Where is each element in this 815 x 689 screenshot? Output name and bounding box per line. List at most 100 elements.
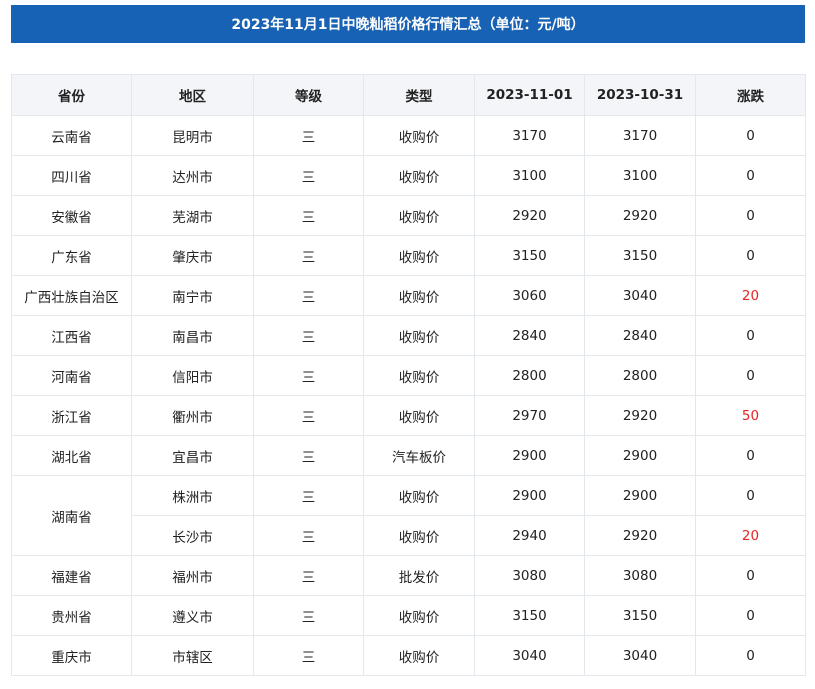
- cell-price-previous: 2840: [584, 315, 696, 356]
- cell-province: 重庆市: [11, 635, 132, 676]
- cell-grade: 三: [253, 515, 364, 556]
- cell-grade: 三: [253, 555, 364, 596]
- cell-price-current: 3150: [474, 595, 585, 636]
- cell-type: 收购价: [363, 635, 475, 676]
- table-row: 江西省 南昌市 三 收购价 2840 2840 0: [11, 315, 806, 356]
- cell-price-current: 2900: [474, 435, 585, 476]
- header-change: 涨跌: [695, 74, 806, 116]
- cell-region: 达州市: [131, 155, 254, 196]
- table-row: 四川省 达州市 三 收购价 3100 3100 0: [11, 155, 806, 196]
- cell-price-current: 3170: [474, 115, 585, 156]
- cell-region: 福州市: [131, 555, 254, 596]
- table-row: 河南省 信阳市 三 收购价 2800 2800 0: [11, 355, 806, 396]
- cell-change: 0: [695, 635, 806, 676]
- cell-province: 河南省: [11, 355, 132, 396]
- cell-province: 云南省: [11, 115, 132, 156]
- cell-price-previous: 3100: [584, 155, 696, 196]
- cell-type: 收购价: [363, 515, 475, 556]
- cell-grade: 三: [253, 155, 364, 196]
- table-row: 云南省 昆明市 三 收购价 3170 3170 0: [11, 115, 806, 156]
- cell-change: 0: [695, 315, 806, 356]
- cell-region: 遵义市: [131, 595, 254, 636]
- cell-grade: 三: [253, 235, 364, 276]
- cell-price-current: 2900: [474, 475, 585, 516]
- cell-grade: 三: [253, 275, 364, 316]
- cell-change: 0: [695, 595, 806, 636]
- cell-type: 收购价: [363, 275, 475, 316]
- cell-province: 广东省: [11, 235, 132, 276]
- cell-price-current: 2920: [474, 195, 585, 236]
- cell-price-current: 3100: [474, 155, 585, 196]
- cell-price-current: 3040: [474, 635, 585, 676]
- cell-province: 广西壮族自治区: [11, 275, 132, 316]
- cell-change: 0: [695, 115, 806, 156]
- cell-price-current: 2940: [474, 515, 585, 556]
- cell-price-current: 3080: [474, 555, 585, 596]
- cell-grade: 三: [253, 355, 364, 396]
- cell-type: 收购价: [363, 395, 475, 436]
- page-title: 2023年11月1日中晚籼稻价格行情汇总（单位：元/吨）: [11, 5, 805, 43]
- cell-province: 贵州省: [11, 595, 132, 636]
- cell-type: 收购价: [363, 355, 475, 396]
- cell-grade: 三: [253, 435, 364, 476]
- header-date-previous: 2023-10-31: [584, 74, 696, 116]
- table-row: 浙江省 衢州市 三 收购价 2970 2920 50: [11, 395, 806, 436]
- cell-province: 江西省: [11, 315, 132, 356]
- cell-grade: 三: [253, 115, 364, 156]
- price-table: 省份 地区 等级 类型 2023-11-01 2023-10-31 涨跌 云南省…: [11, 74, 806, 676]
- cell-price-previous: 2800: [584, 355, 696, 396]
- cell-province: 湖北省: [11, 435, 132, 476]
- cell-grade: 三: [253, 395, 364, 436]
- cell-type: 收购价: [363, 155, 475, 196]
- table-row: 湖北省 宜昌市 三 汽车板价 2900 2900 0: [11, 435, 806, 476]
- cell-type: 收购价: [363, 315, 475, 356]
- cell-province: 安徽省: [11, 195, 132, 236]
- table-row: 广东省 肇庆市 三 收购价 3150 3150 0: [11, 235, 806, 276]
- cell-region: 宜昌市: [131, 435, 254, 476]
- cell-price-current: 2840: [474, 315, 585, 356]
- cell-change: 20: [695, 515, 806, 556]
- cell-price-previous: 3170: [584, 115, 696, 156]
- cell-province: 湖南省: [11, 475, 132, 556]
- cell-grade: 三: [253, 315, 364, 356]
- table-row: 长沙市 三 收购价 2940 2920 20: [12, 515, 806, 556]
- cell-region: 衢州市: [131, 395, 254, 436]
- cell-type: 收购价: [363, 235, 475, 276]
- cell-change: 0: [695, 235, 806, 276]
- cell-price-current: 3060: [474, 275, 585, 316]
- cell-region: 株洲市: [131, 475, 254, 516]
- cell-change: 20: [695, 275, 806, 316]
- header-region: 地区: [131, 74, 254, 116]
- table-row: 安徽省 芜湖市 三 收购价 2920 2920 0: [11, 195, 806, 236]
- cell-price-previous: 3150: [584, 595, 696, 636]
- cell-type: 收购价: [363, 595, 475, 636]
- header-date-current: 2023-11-01: [474, 74, 585, 116]
- cell-price-previous: 2920: [584, 195, 696, 236]
- cell-province: 福建省: [11, 555, 132, 596]
- cell-price-current: 3150: [474, 235, 585, 276]
- header-grade: 等级: [253, 74, 364, 116]
- cell-region: 芜湖市: [131, 195, 254, 236]
- table-row: 湖南省 株洲市 三 收购价 2900 2900 0: [11, 475, 806, 556]
- cell-change: 0: [695, 475, 806, 516]
- cell-price-previous: 3150: [584, 235, 696, 276]
- cell-change: 0: [695, 555, 806, 596]
- cell-price-current: 2970: [474, 395, 585, 436]
- table-row: 广西壮族自治区 南宁市 三 收购价 3060 3040 20: [11, 275, 806, 316]
- cell-region: 南昌市: [131, 315, 254, 356]
- table-row: 贵州省 遵义市 三 收购价 3150 3150 0: [11, 595, 806, 636]
- cell-grade: 三: [253, 195, 364, 236]
- cell-region: 信阳市: [131, 355, 254, 396]
- cell-grade: 三: [253, 635, 364, 676]
- table-header-row: 省份 地区 等级 类型 2023-11-01 2023-10-31 涨跌: [11, 74, 806, 116]
- cell-grade: 三: [253, 475, 364, 516]
- cell-type: 批发价: [363, 555, 475, 596]
- cell-price-previous: 2900: [584, 475, 696, 516]
- cell-type: 收购价: [363, 475, 475, 516]
- cell-change: 50: [695, 395, 806, 436]
- cell-change: 0: [695, 355, 806, 396]
- cell-price-previous: 3080: [584, 555, 696, 596]
- cell-province: 浙江省: [11, 395, 132, 436]
- table-row: 福建省 福州市 三 批发价 3080 3080 0: [11, 555, 806, 596]
- cell-change: 0: [695, 435, 806, 476]
